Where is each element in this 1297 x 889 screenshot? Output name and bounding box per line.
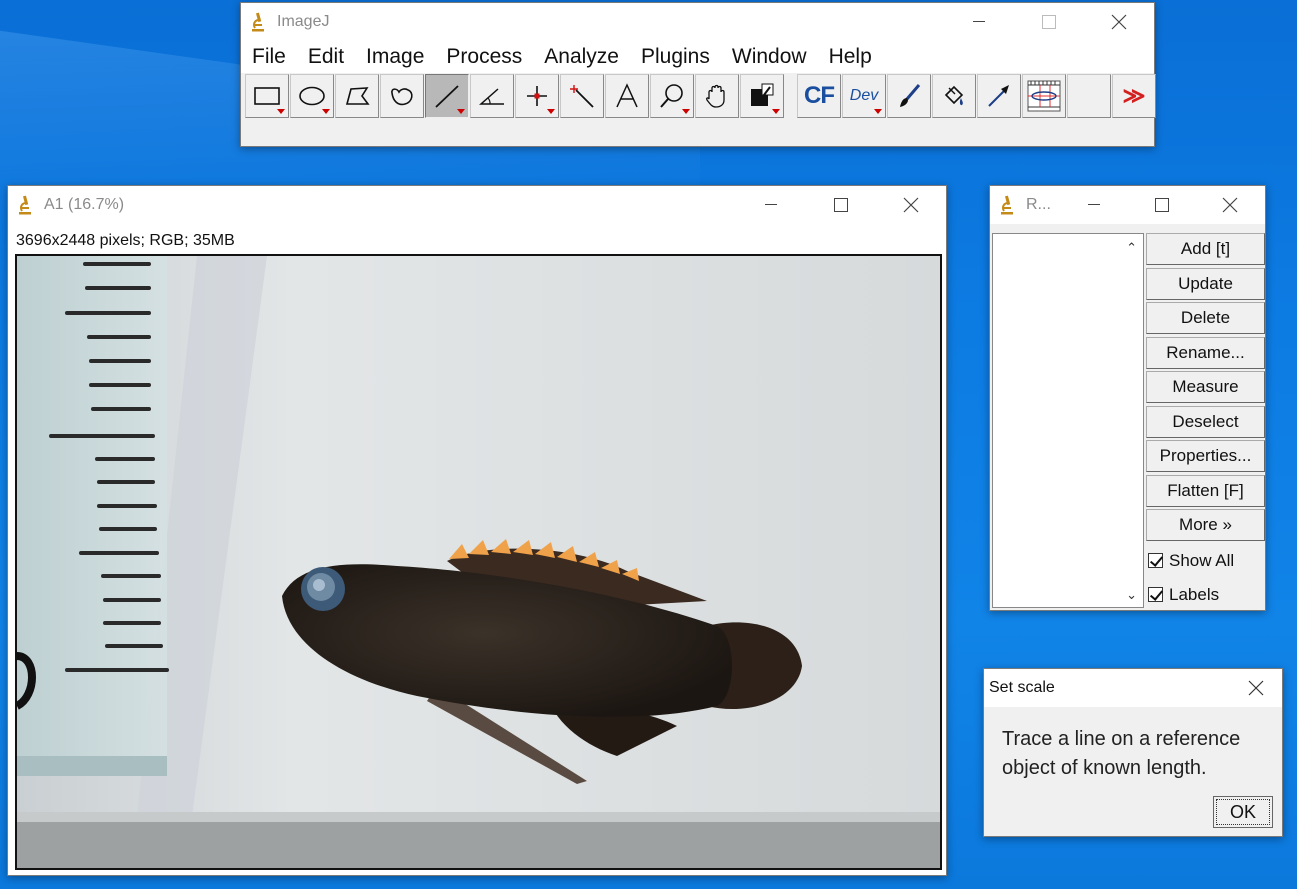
maximize-button[interactable] <box>1129 186 1195 224</box>
menu-bar: File Edit Image Process Analyze Plugins … <box>241 41 1154 73</box>
dialog-message: Trace a line on a reference object of kn… <box>1002 728 1241 779</box>
image-window: A1 (16.7%) 3696x2448 pixels; RGB; 35MB <box>7 185 947 876</box>
image-canvas[interactable] <box>15 254 942 870</box>
text-tool-icon <box>616 83 638 108</box>
arrow-tool-button[interactable] <box>977 74 1021 118</box>
wand-tool-icon <box>570 85 594 108</box>
minimize-button[interactable] <box>1059 186 1129 224</box>
polygon-tool-button[interactable] <box>335 74 379 118</box>
window-title: A1 (16.7%) <box>44 196 125 213</box>
empty-tool-slot <box>1067 74 1111 118</box>
measure-button[interactable]: Measure <box>1146 371 1265 403</box>
paint-bucket-icon <box>944 85 964 106</box>
microscope-icon <box>1001 195 1013 215</box>
set-scale-titlebar[interactable]: Set scale <box>984 669 1282 707</box>
flatten-button[interactable]: Flatten [F] <box>1146 474 1265 507</box>
color-picker-tool-button[interactable] <box>740 74 784 118</box>
double-chevron-right-icon: ≫ <box>1122 83 1146 108</box>
minimize-button[interactable] <box>944 3 1014 41</box>
flood-fill-tool-button[interactable] <box>932 74 976 118</box>
close-button[interactable] <box>1195 186 1265 224</box>
rectangle-tool-button[interactable] <box>245 74 289 118</box>
freehand-tool-icon <box>391 88 413 106</box>
update-button[interactable]: Update <box>1146 267 1265 300</box>
polygon-tool-icon <box>345 87 370 105</box>
maximize-button[interactable] <box>1014 3 1084 41</box>
minimize-button[interactable] <box>736 186 806 224</box>
brush-tool-button[interactable] <box>887 74 931 118</box>
maximize-button[interactable] <box>806 186 876 224</box>
window-title: ImageJ <box>277 13 330 30</box>
angle-tool-icon <box>479 88 504 105</box>
set-scale-dialog: Set scale Trace a line on a reference ob… <box>983 668 1283 837</box>
close-button[interactable] <box>1230 669 1282 707</box>
roi-manager-titlebar[interactable]: R... <box>990 186 1265 224</box>
arrow-icon <box>988 85 1009 107</box>
menu-help[interactable]: Help <box>818 41 883 73</box>
hand-tool-button[interactable] <box>695 74 739 118</box>
oval-tool-button[interactable] <box>290 74 334 118</box>
film-stack-icon <box>1027 80 1061 112</box>
dialog-title: Set scale <box>989 679 1055 696</box>
menu-file[interactable]: File <box>241 41 297 73</box>
straight-line-tool-button[interactable] <box>425 74 469 118</box>
menu-analyze[interactable]: Analyze <box>533 41 630 73</box>
menu-image[interactable]: Image <box>355 41 435 73</box>
point-tool-button[interactable] <box>515 74 559 118</box>
labels-label: Labels <box>1169 584 1220 604</box>
more-button[interactable]: More » <box>1146 509 1265 541</box>
menu-process[interactable]: Process <box>435 41 533 73</box>
point-tool-icon <box>527 86 547 106</box>
hand-tool-icon <box>706 84 725 108</box>
dev-tool-button[interactable]: Dev <box>842 74 886 118</box>
window-title: R... <box>1026 196 1051 213</box>
show-all-label: Show All <box>1169 550 1235 570</box>
imagej-main-window: ImageJ File Edit Image Process Analyze P… <box>240 2 1157 147</box>
magnifying-glass-tool-icon <box>660 84 683 108</box>
checkbox-checked-icon <box>1148 587 1163 602</box>
dev-label: Dev <box>849 87 879 104</box>
show-all-checkbox[interactable]: Show All <box>1146 544 1266 578</box>
brush-icon <box>900 84 921 107</box>
microscope-icon <box>19 195 31 215</box>
roi-manager-window: R... ⌃ ⌄ Add [t] Update Delete Rename...… <box>989 185 1266 611</box>
rename-button[interactable]: Rename... <box>1146 336 1265 369</box>
menu-edit[interactable]: Edit <box>297 41 355 73</box>
roi-list[interactable]: ⌃ ⌄ <box>992 233 1144 608</box>
tool-bar: CF Dev ≫ <box>245 74 1157 120</box>
labels-checkbox[interactable]: Labels <box>1146 578 1266 612</box>
close-button[interactable] <box>876 186 946 224</box>
angle-tool-button[interactable] <box>470 74 514 118</box>
wand-tool-button[interactable] <box>560 74 604 118</box>
image-info-label: 3696x2448 pixels; RGB; 35MB <box>16 232 235 249</box>
close-button[interactable] <box>1084 3 1154 41</box>
menu-window[interactable]: Window <box>721 41 818 73</box>
stack-tool-button[interactable] <box>1022 74 1066 118</box>
microscope-icon <box>252 12 264 32</box>
color-picker-tool-icon <box>751 83 774 106</box>
freehand-tool-button[interactable] <box>380 74 424 118</box>
scroll-down-icon[interactable]: ⌄ <box>1126 587 1137 603</box>
magnifying-glass-tool-button[interactable] <box>650 74 694 118</box>
delete-button[interactable]: Delete <box>1146 302 1265 334</box>
add-button[interactable]: Add [t] <box>1146 233 1265 265</box>
roi-button-panel: Add [t] Update Delete Rename... Measure … <box>1146 233 1266 612</box>
scroll-up-icon[interactable]: ⌃ <box>1126 240 1137 256</box>
deselect-button[interactable]: Deselect <box>1146 405 1265 438</box>
checkbox-checked-icon <box>1148 553 1163 568</box>
fish-photo <box>17 256 940 868</box>
menu-plugins[interactable]: Plugins <box>630 41 721 73</box>
cf-label: CF <box>804 82 835 109</box>
imagej-titlebar[interactable]: ImageJ <box>241 3 1154 41</box>
more-tools-button[interactable]: ≫ <box>1112 74 1156 118</box>
properties-button[interactable]: Properties... <box>1146 440 1265 472</box>
oval-tool-icon <box>299 86 325 106</box>
image-window-titlebar[interactable]: A1 (16.7%) <box>8 186 946 224</box>
cf-tool-button[interactable]: CF <box>797 74 841 118</box>
text-tool-button[interactable] <box>605 74 649 118</box>
straight-line-tool-icon <box>435 85 459 108</box>
rectangle-tool-icon <box>254 87 280 105</box>
ok-button[interactable]: OK <box>1213 796 1273 828</box>
